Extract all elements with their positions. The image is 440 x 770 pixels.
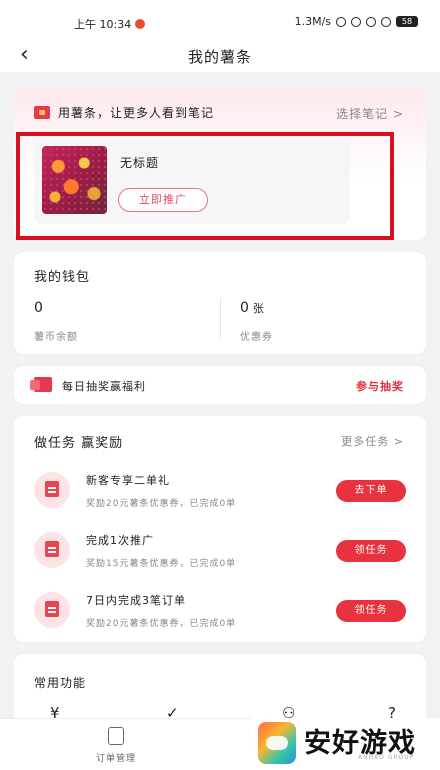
task-item: 完成1次推广 奖励15元薯条优惠券，已完成0单 领任务 <box>14 526 426 576</box>
nav-bar: ‹ 我的薯条 <box>0 40 440 72</box>
status-time: 上午 10:34 <box>74 16 146 32</box>
red-envelope-icon <box>30 377 52 392</box>
status-right: 1.3M/s 58 <box>295 15 418 28</box>
select-note-link[interactable]: 选择笔记 > <box>336 105 404 122</box>
notification-icon <box>135 19 146 29</box>
promo-header-text: 用薯条，让更多人看到笔记 <box>58 106 215 120</box>
place-order-button[interactable]: 去下单 <box>336 480 406 502</box>
order-management-button[interactable]: 订单管理 <box>88 727 144 764</box>
coupon-label: 优惠券 <box>240 332 273 343</box>
coin-balance-value[interactable]: 0 <box>34 300 43 316</box>
common-functions-title: 常用功能 <box>34 676 87 690</box>
wallet-card: 我的钱包 0 薯币余额 0张 优惠券 <box>14 252 426 354</box>
tasks-card: 做任务 赢奖励 更多任务 > 新客专享二单礼 奖励20元薯条优惠券，已完成0单 … <box>14 416 426 642</box>
alarm-icon <box>366 16 376 27</box>
lottery-card[interactable]: 每日抽奖赢福利 参与抽奖 <box>14 366 426 404</box>
coupon-value[interactable]: 0张 <box>240 300 264 316</box>
task-clipboard-icon <box>34 532 70 568</box>
promo-header: 用薯条，让更多人看到笔记 <box>34 104 214 121</box>
moon-icon <box>336 16 346 27</box>
task-item: 7日内完成3笔订单 奖励20元薯条优惠券，已完成0单 领任务 <box>14 586 426 636</box>
order-management-label: 订单管理 <box>95 754 136 764</box>
bluetooth-icon <box>351 16 361 27</box>
network-speed: 1.3M/s <box>294 15 331 28</box>
task-name: 7日内完成3笔订单 <box>86 594 186 607</box>
divider <box>220 298 221 338</box>
task-desc: 奖励15元薯条优惠券，已完成0单 <box>86 559 237 569</box>
watermark-subtext: ANHAO GROUP <box>358 754 415 761</box>
claim-task-button[interactable]: 领任务 <box>336 600 406 622</box>
coin-balance-label: 薯币余额 <box>34 332 78 343</box>
task-desc: 奖励20元薯条优惠券，已完成0单 <box>86 499 237 509</box>
wallet-title: 我的钱包 <box>34 270 91 285</box>
task-desc: 奖励20元薯条优惠券，已完成0单 <box>86 619 237 629</box>
promote-now-button[interactable]: 立即推广 <box>118 188 208 212</box>
tasks-title: 做任务 赢奖励 <box>34 436 124 451</box>
claim-task-button[interactable]: 领任务 <box>336 540 406 562</box>
task-clipboard-icon <box>34 472 70 508</box>
task-item: 新客专享二单礼 奖励20元薯条优惠券，已完成0单 去下单 <box>14 466 426 516</box>
red-packet-icon <box>34 106 50 119</box>
gamepad-logo-icon <box>258 722 296 764</box>
join-lottery-link[interactable]: 参与抽奖 <box>356 378 404 394</box>
task-name: 完成1次推广 <box>86 534 154 547</box>
page-title: 我的薯条 <box>187 48 252 66</box>
task-name: 新客专享二单礼 <box>86 474 170 487</box>
wifi-icon <box>381 16 391 27</box>
battery-icon: 58 <box>396 16 418 27</box>
more-tasks-link[interactable]: 更多任务 > <box>341 433 404 449</box>
clipboard-icon <box>108 727 124 745</box>
status-bar: 上午 10:34 1.3M/s 58 <box>0 0 440 40</box>
note-title: 无标题 <box>120 156 160 170</box>
note-thumbnail <box>42 146 107 214</box>
note-item[interactable]: 无标题 立即推广 <box>34 140 350 224</box>
task-clipboard-icon <box>34 592 70 628</box>
lottery-text: 每日抽奖赢福利 <box>62 380 146 393</box>
promo-card: 用薯条，让更多人看到笔记 选择笔记 > 无标题 立即推广 <box>14 88 426 240</box>
watermark-logo: 安好游戏 ANHAO GROUP <box>252 718 440 770</box>
